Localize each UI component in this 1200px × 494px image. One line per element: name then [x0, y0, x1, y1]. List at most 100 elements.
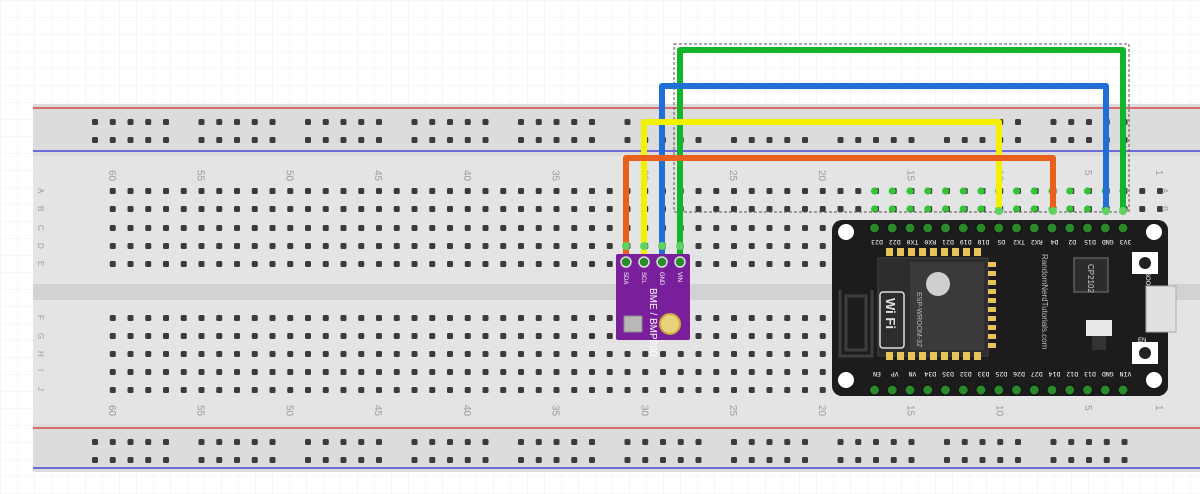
en-label: EN: [1138, 338, 1146, 344]
sensor-pin-label: VIN: [676, 272, 682, 282]
breadboard-hole: [802, 387, 808, 393]
breadboard-hole: [1139, 206, 1146, 212]
breadboard-hole: [447, 225, 453, 231]
breadboard-hole: [571, 369, 578, 375]
breadboard-hole: [447, 351, 453, 357]
breadboard-hole: [180, 369, 187, 375]
breadboard-hole: [180, 387, 187, 393]
breadboard-hole: [535, 369, 542, 375]
rail-hole: [890, 439, 897, 445]
rail-hole: [660, 439, 666, 445]
esp32-pin: [1028, 222, 1040, 234]
breadboard-hole: [464, 387, 471, 393]
esp32-pin-label: EN: [873, 370, 881, 378]
breadboard-hole: [305, 315, 311, 321]
connected-hole: [977, 187, 985, 195]
esp32-pin-label: GND: [1102, 370, 1114, 378]
rail-hole: [464, 439, 471, 445]
rail-hole: [518, 119, 524, 125]
rail-hole: [784, 137, 791, 143]
esp32-pin-label: D25: [995, 370, 1007, 378]
boot-button-cap: [1139, 257, 1151, 269]
breadboard-hole: [376, 333, 382, 339]
breadboard-hole: [127, 225, 134, 231]
chip-label: CP2102: [1086, 264, 1095, 293]
breadboard-hole: [216, 188, 223, 194]
rail-hole: [1086, 137, 1092, 143]
breadboard-hole: [429, 188, 436, 194]
module-pad: [988, 316, 996, 321]
module-pad: [988, 280, 996, 285]
breadboard-hole: [322, 206, 329, 212]
rail-hole: [766, 457, 773, 463]
breadboard-hole: [127, 315, 134, 321]
breadboard-hole: [145, 225, 152, 231]
rail-hole: [908, 439, 915, 445]
breadboard-hole: [269, 206, 276, 212]
breadboard-hole: [606, 387, 613, 393]
breadboard-hole: [784, 387, 791, 393]
breadboard-hole: [571, 206, 578, 212]
breadboard-hole: [784, 188, 791, 194]
breadboard-hole: [535, 333, 542, 339]
espressif-logo-icon: [926, 272, 950, 296]
breadboard-hole: [411, 369, 418, 375]
breadboard-hole: [340, 225, 347, 231]
breadboard-hole: [322, 261, 329, 267]
rail-hole: [198, 439, 205, 445]
rail-hole: [997, 439, 1004, 445]
column-number: 60: [106, 170, 117, 182]
wifi-label: Wi Fi: [883, 298, 898, 329]
breadboard-hole: [713, 315, 720, 321]
breadboard-hole: [109, 333, 116, 339]
breadboard-hole: [642, 369, 649, 375]
breadboard-hole: [589, 387, 595, 393]
mount-hole: [838, 372, 854, 388]
breadboard-hole: [784, 225, 791, 231]
sensor-label: BME / BMP280: [647, 288, 658, 357]
rail-hole: [837, 439, 844, 445]
breadboard-hole: [198, 333, 205, 339]
breadboard-hole: [180, 261, 187, 267]
breadboard-hole: [376, 243, 382, 249]
esp32-pin-label: D15: [1084, 238, 1096, 246]
esp32-board[interactable]: 3V3 GND D15 D2 D4 RX2 TX2 D5 D18 D19 D21 RX0 TX0 D22 D…: [832, 220, 1177, 396]
rail-hole: [553, 457, 560, 463]
breadboard-hole: [163, 369, 169, 375]
breadboard-hole: [500, 243, 507, 249]
rail-hole: [837, 137, 844, 143]
connected-hole: [906, 187, 914, 195]
breadboard-hole: [784, 243, 791, 249]
column-number: 35: [550, 170, 561, 182]
breadboard-hole: [695, 261, 702, 267]
breadboard-hole: [145, 387, 152, 393]
breadboard-hole: [127, 261, 134, 267]
rail-hole: [518, 457, 524, 463]
breadboard-hole: [163, 387, 169, 393]
rail-hole: [234, 457, 240, 463]
module-pad: [988, 289, 996, 294]
breadboard-hole: [109, 351, 116, 357]
rail-hole: [1068, 137, 1075, 143]
breadboard-hole: [393, 225, 400, 231]
breadboard-hole: [518, 315, 524, 321]
breadboard-hole: [713, 351, 720, 357]
breadboard-hole: [660, 351, 666, 357]
breadboard-hole: [163, 261, 169, 267]
breadboard-hole: [571, 243, 578, 249]
module-pad: [941, 248, 948, 256]
breadboard-hole: [216, 261, 223, 267]
rail-hole: [1050, 439, 1057, 445]
rail-hole: [944, 457, 950, 463]
breadboard-hole: [571, 225, 578, 231]
sensor-pin-label: SDA: [622, 272, 628, 284]
breadboard-hole: [802, 261, 808, 267]
breadboard-hole: [695, 315, 702, 321]
rail-hole: [589, 137, 595, 143]
breadboard-hole: [518, 188, 524, 194]
breadboard-hole: [234, 333, 240, 339]
breadboard-hole: [802, 188, 808, 194]
rail-hole: [234, 137, 240, 143]
breadboard-hole: [731, 315, 737, 321]
rail-hole: [340, 119, 347, 125]
